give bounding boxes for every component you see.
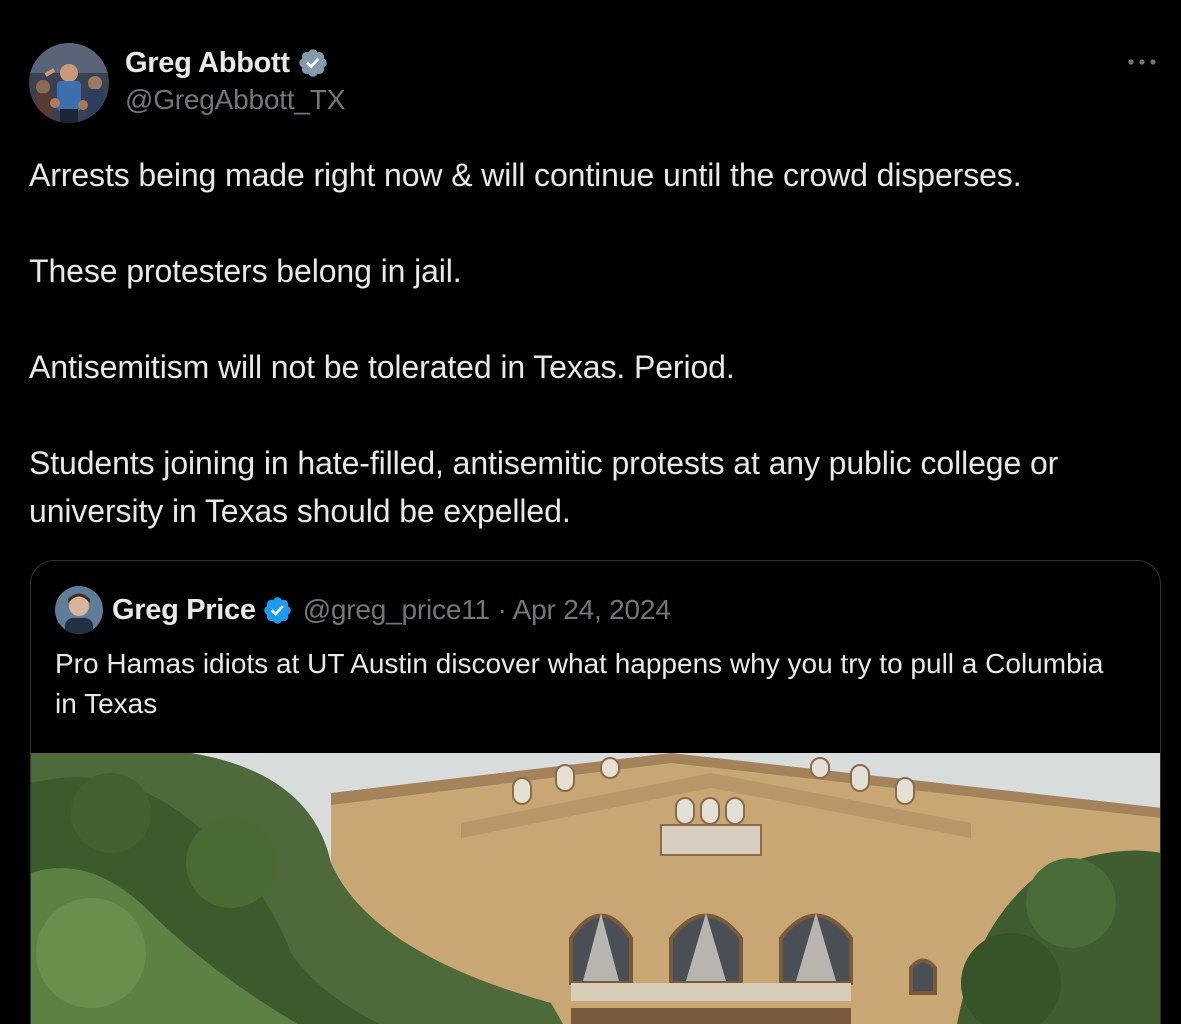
meta-separator: ·	[497, 594, 507, 625]
quoted-post-date[interactable]: Apr 24, 2024	[513, 594, 671, 625]
post-paragraph: These protesters belong in jail.	[29, 253, 462, 289]
quoted-author-handle[interactable]: @greg_price11	[303, 594, 490, 625]
quoted-post-header: Greg Price @greg_price11 · Apr 24, 2024	[55, 585, 671, 635]
building-photo	[31, 753, 1160, 1024]
verified-badge-icon[interactable]	[262, 595, 293, 626]
quoted-author-avatar[interactable]	[55, 586, 103, 634]
quoted-post[interactable]: Greg Price @greg_price11 · Apr 24, 2024 …	[30, 560, 1161, 1024]
post: Greg Abbott @GregAbbott_TX Arrests being…	[0, 0, 1181, 1024]
post-paragraph: Arrests being made right now & will cont…	[29, 157, 1022, 193]
more-options-button[interactable]	[1122, 47, 1162, 77]
author-handle[interactable]: @GregAbbott_TX	[125, 84, 345, 116]
verified-badge-icon[interactable]	[297, 47, 329, 79]
post-paragraph: Antisemitism will not be tolerated in Te…	[29, 349, 735, 385]
quoted-post-meta: @greg_price11 · Apr 24, 2024	[303, 594, 671, 626]
quoted-post-media[interactable]	[31, 753, 1160, 1024]
quoted-post-text: Pro Hamas idiots at UT Austin discover w…	[55, 648, 1104, 719]
post-paragraph: Students joining in hate-filled, antisem…	[29, 445, 1059, 529]
more-options-icon	[1127, 53, 1157, 71]
author-avatar[interactable]	[29, 43, 109, 123]
quoted-author-display-name[interactable]: Greg Price	[112, 594, 256, 627]
author-block: Greg Abbott @GregAbbott_TX	[125, 44, 345, 116]
post-text: Arrests being made right now & will cont…	[29, 151, 1159, 535]
author-display-name[interactable]: Greg Abbott	[125, 47, 290, 80]
